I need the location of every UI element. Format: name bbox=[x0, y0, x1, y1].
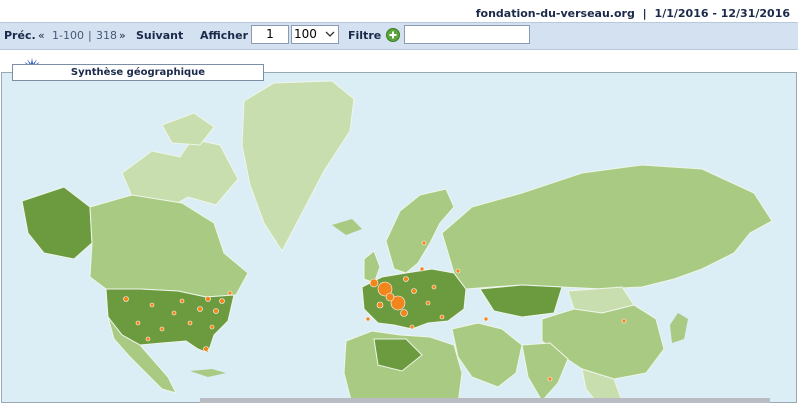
geo-map-panel bbox=[1, 72, 797, 403]
last-page-icon[interactable]: » bbox=[119, 29, 126, 42]
marker[interactable] bbox=[455, 268, 461, 274]
marker[interactable] bbox=[203, 346, 209, 352]
marker[interactable] bbox=[205, 296, 211, 302]
middle-east bbox=[451, 322, 523, 388]
alaska bbox=[21, 186, 93, 260]
marker[interactable] bbox=[365, 316, 371, 322]
prev-button[interactable]: Préc. bbox=[4, 29, 36, 42]
europe bbox=[361, 268, 467, 330]
marker[interactable] bbox=[431, 284, 437, 290]
add-filter-icon[interactable] bbox=[386, 28, 400, 42]
marker[interactable] bbox=[411, 288, 417, 294]
marker[interactable] bbox=[219, 298, 225, 304]
marker[interactable] bbox=[439, 314, 445, 320]
marker[interactable] bbox=[400, 309, 408, 317]
marker[interactable] bbox=[171, 310, 177, 316]
arctic-islands-2 bbox=[161, 112, 215, 146]
marker[interactable] bbox=[421, 240, 427, 246]
canada bbox=[89, 194, 249, 298]
marker[interactable] bbox=[145, 336, 151, 342]
uk bbox=[363, 250, 381, 284]
date-range: 1/1/2016 - 12/31/2016 bbox=[654, 7, 790, 20]
marker[interactable] bbox=[227, 290, 233, 296]
chevron-down-icon bbox=[325, 31, 335, 37]
marker[interactable] bbox=[187, 320, 193, 326]
next-button[interactable]: Suivant bbox=[136, 29, 183, 42]
site-and-date-range: fondation-du-verseau.org | 1/1/2016 - 12… bbox=[476, 7, 790, 20]
show-label: Afficher bbox=[200, 29, 249, 42]
marker[interactable] bbox=[209, 324, 215, 330]
marker[interactable] bbox=[621, 318, 627, 324]
marker[interactable] bbox=[385, 292, 395, 302]
caribbean bbox=[190, 369, 226, 377]
marker[interactable] bbox=[179, 298, 185, 304]
pager-separator: | bbox=[88, 29, 92, 42]
top-header: fondation-du-verseau.org | 1/1/2016 - 12… bbox=[0, 0, 798, 22]
marker[interactable] bbox=[483, 316, 489, 322]
horizontal-scrollbar[interactable] bbox=[200, 398, 770, 403]
marker[interactable] bbox=[197, 306, 203, 312]
marker[interactable] bbox=[213, 308, 219, 314]
total-count: 318 bbox=[96, 29, 117, 42]
filter-input[interactable] bbox=[404, 25, 530, 44]
first-page-icon[interactable]: « bbox=[38, 29, 45, 42]
page-number-input[interactable]: 1 bbox=[251, 25, 289, 44]
marker[interactable] bbox=[369, 278, 379, 288]
marker[interactable] bbox=[419, 266, 425, 272]
range-label: 1-100 bbox=[52, 29, 84, 42]
world-map[interactable] bbox=[2, 73, 797, 403]
marker[interactable] bbox=[376, 301, 384, 309]
rows-per-page-value: 100 bbox=[294, 27, 317, 41]
marker[interactable] bbox=[425, 300, 431, 306]
panel-title: Synthèse géographique bbox=[12, 64, 264, 81]
marker[interactable] bbox=[123, 296, 129, 302]
marker[interactable] bbox=[135, 320, 141, 326]
filter-label: Filtre bbox=[348, 29, 382, 42]
marker[interactable] bbox=[409, 324, 415, 330]
table-toolbar: Préc. « 1-100 | 318 » Suivant Afficher 1… bbox=[0, 22, 798, 50]
site-name: fondation-du-verseau.org bbox=[475, 7, 635, 20]
header-separator: | bbox=[642, 7, 647, 20]
iceland bbox=[332, 219, 362, 235]
kazakhstan bbox=[479, 284, 563, 318]
marker[interactable] bbox=[547, 376, 553, 382]
marker[interactable] bbox=[149, 302, 155, 308]
marker[interactable] bbox=[159, 326, 165, 332]
japan bbox=[670, 313, 688, 343]
rows-per-page-select[interactable]: 100 bbox=[291, 25, 339, 44]
marker[interactable] bbox=[403, 276, 409, 282]
russia bbox=[441, 164, 773, 290]
